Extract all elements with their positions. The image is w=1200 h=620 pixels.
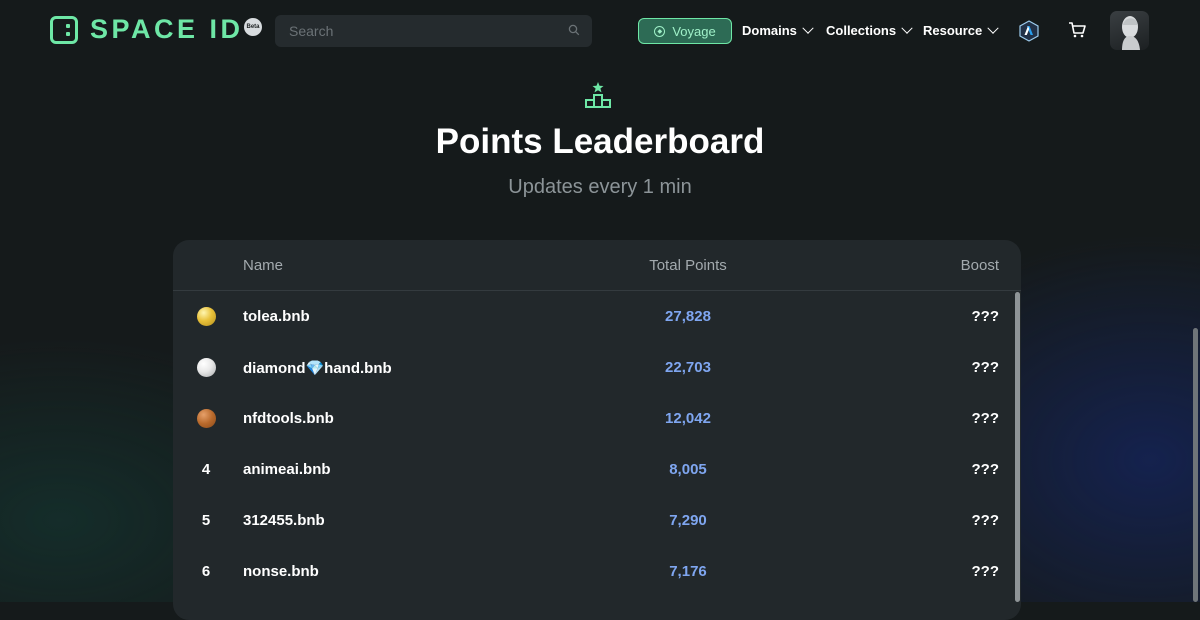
brand-name: SPACE ID [90,14,244,44]
search-icon[interactable] [568,24,580,39]
table-row[interactable]: diamond💎hand.bnb 22,703 ??? [173,342,1013,393]
nav-domains-label: Domains [742,23,797,38]
beta-badge: Beta [244,18,262,36]
rank-cell [195,291,217,342]
rank-cell [195,342,217,393]
nav-collections[interactable]: Collections [826,22,913,38]
boost-value: ??? [971,308,1000,325]
bronze-medal-icon [196,409,216,428]
domain-name[interactable]: nonse.bnb [243,546,319,597]
avatar[interactable] [1110,11,1149,50]
table-header: Name Total Points Boost [173,240,1021,291]
search-box[interactable] [275,15,592,47]
page-title: Points Leaderboard [435,122,765,161]
leaderboard-table: Name Total Points Boost tolea.bnb 27,828… [173,240,1021,620]
total-points: 7,176 [669,563,707,580]
rank-cell [195,393,217,444]
column-header-name: Name [243,257,284,274]
total-points: 7,290 [669,512,707,529]
cart-icon[interactable] [1068,21,1086,39]
nav-collections-label: Collections [826,23,897,38]
podium-icon [585,82,611,108]
chevron-down-icon [901,22,913,34]
table-scrollbar[interactable] [1015,292,1020,602]
page-subtitle: Updates every 1 min [508,176,692,198]
domain-name[interactable]: animeai.bnb [243,444,331,495]
table-row[interactable]: tolea.bnb 27,828 ??? [173,291,1013,342]
silver-medal-icon [196,358,216,377]
boost-value: ??? [971,359,1000,376]
boost-value: ??? [971,563,1000,580]
domain-name[interactable]: 312455.bnb [243,495,325,546]
domain-name[interactable]: diamond💎hand.bnb [243,342,392,393]
page-scrollbar[interactable] [1193,328,1198,602]
search-input[interactable] [287,22,568,40]
table-row[interactable]: 5 312455.bnb 7,290 ??? [173,495,1013,546]
space-id-logo[interactable]: SPACE ID [50,14,244,45]
nav-resource[interactable]: Resource [923,22,999,38]
top-navigation-bar: SPACE ID Beta ◆ Voyage Domains Collectio… [0,0,1200,62]
nav-domains[interactable]: Domains [742,22,814,38]
voyage-label: Voyage [672,23,716,39]
rank-number: 4 [201,461,211,478]
rank-number: 5 [201,512,211,529]
domain-name[interactable]: nfdtools.bnb [243,393,334,444]
table-row[interactable]: 6 nonse.bnb 7,176 ??? [173,546,1013,597]
rank-number: 6 [201,563,211,580]
chevron-down-icon [987,22,999,34]
boost-value: ??? [971,461,1000,478]
boost-value: ??? [971,410,1000,427]
column-header-total-points: Total Points [649,257,727,274]
gold-medal-icon [196,307,216,326]
domain-name[interactable]: tolea.bnb [243,291,310,342]
total-points: 22,703 [665,359,711,376]
chevron-down-icon [802,22,814,34]
voyage-button[interactable]: ◆ Voyage [638,18,732,44]
nav-resource-label: Resource [923,23,983,38]
total-points: 8,005 [669,461,707,478]
boost-value: ??? [971,512,1000,529]
space-id-logo-icon [50,15,78,44]
table-row[interactable]: 4 animeai.bnb 8,005 ??? [173,444,1013,495]
column-header-boost: Boost [960,257,999,274]
total-points: 12,042 [665,410,711,427]
total-points: 27,828 [665,308,711,325]
arbitrum-icon[interactable] [1019,20,1039,42]
table-row[interactable]: nfdtools.bnb 12,042 ??? [173,393,1013,444]
voyage-icon: ◆ [654,25,666,37]
